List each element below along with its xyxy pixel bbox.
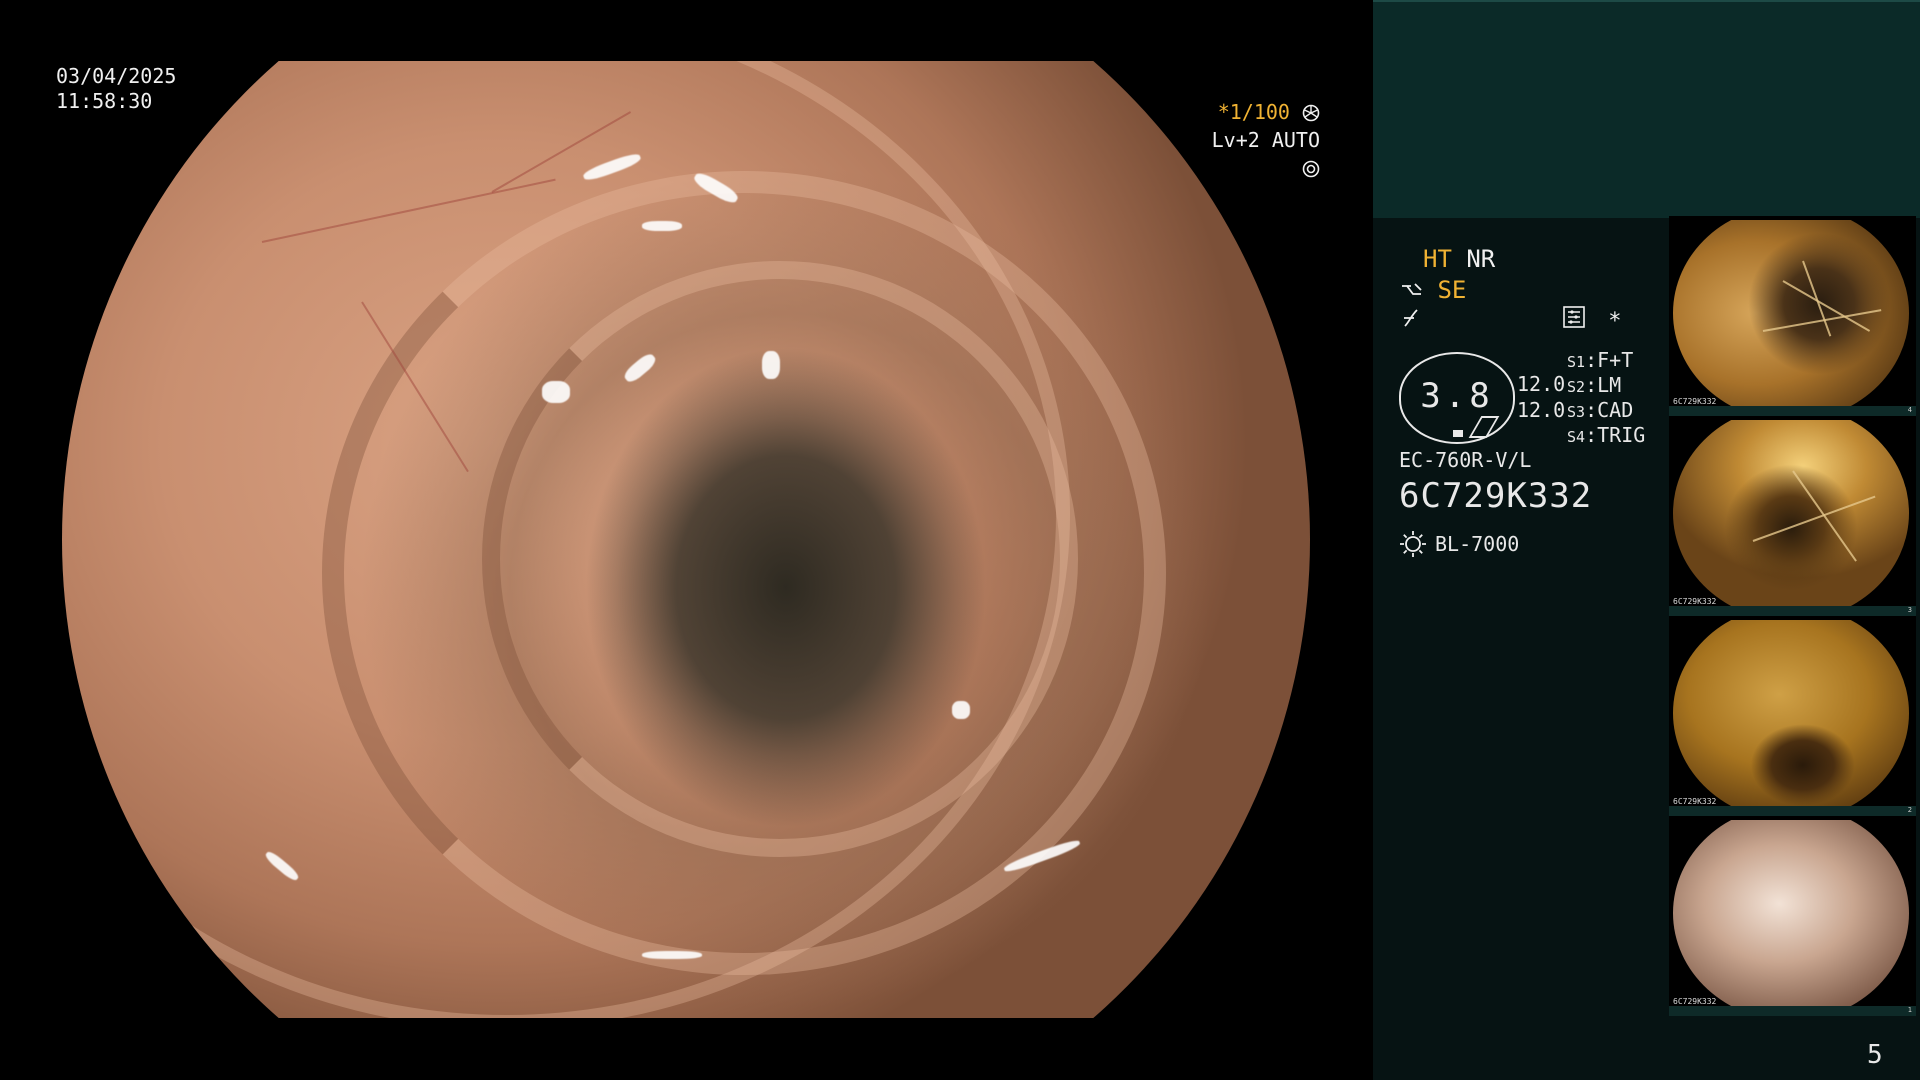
light-source-text: BL-7000 [1435, 532, 1520, 556]
thumbnail-bar: 4 [1669, 406, 1916, 416]
switch-value: LM [1597, 373, 1622, 397]
capture-thumbnail[interactable]: 6C729K332 [1669, 216, 1916, 408]
scope-serial: 6C729K332 [1399, 476, 1593, 516]
zoom-slash-mark [1468, 416, 1500, 438]
endoscope-video-area: 03/04/2025 11:58:30 *1/100 Lv+2 AUTO [0, 0, 1373, 1080]
info-side-panel: HT NR SE * 3.8 12.0 12.0 S1:F+T S2:LM S3… [1373, 0, 1920, 1080]
thumbnail-image [1673, 820, 1909, 1006]
mode-ht: HT [1423, 245, 1452, 273]
lamp-icon [1400, 531, 1426, 557]
datetime-display: 03/04/2025 11:58:30 [56, 64, 176, 114]
thumbnail-image [1673, 620, 1909, 806]
switch-s4: S4:TRIG [1567, 423, 1646, 447]
image-mode-line: HT NR [1423, 245, 1495, 273]
switch-value: CAD [1597, 398, 1634, 422]
panel-icon-row: * [1563, 306, 1632, 334]
thumbnail-image [1673, 220, 1909, 406]
value-1: 12.0 [1517, 372, 1566, 396]
switch-value: TRIG [1597, 423, 1646, 447]
mode-se: SE [1437, 276, 1467, 304]
iris-level: Lv+2 AUTO [1211, 128, 1320, 152]
capture-thumbnail[interactable]: 6C729K332 [1669, 816, 1916, 1008]
switch-value: F+T [1597, 348, 1634, 372]
iris-icon [1302, 160, 1320, 178]
asterisk-text: * [1608, 309, 1622, 334]
zoom-mark [1453, 430, 1463, 437]
thumbnail-serial: 6C729K332 [1673, 397, 1717, 406]
endoscope-live-image [62, 61, 1310, 1018]
switch-s2: S2:LM [1567, 373, 1622, 397]
thumbnail-serial: 6C729K332 [1673, 997, 1717, 1006]
switch-s3: S3:CAD [1567, 398, 1634, 422]
switch-key: S3 [1567, 403, 1586, 421]
panel-header-area [1373, 0, 1920, 218]
switch-key: S1 [1567, 353, 1586, 371]
thumbnail-serial: 6C729K332 [1673, 597, 1717, 606]
capture-thumbnail[interactable]: 6C729K332 [1669, 616, 1916, 808]
time-text: 11:58:30 [56, 89, 153, 113]
mode-nr: NR [1466, 245, 1496, 273]
shutter-speed: *1/100 [1217, 100, 1290, 124]
capture-thumbnail[interactable]: 6C729K332 [1669, 416, 1916, 608]
aperture-icon [1302, 104, 1320, 122]
light-source: BL-7000 [1399, 530, 1519, 558]
edge-enhance-icon [1402, 283, 1422, 295]
date-text: 03/04/2025 [56, 64, 177, 88]
f-hook-line [1401, 306, 1421, 334]
thumbnail-serial: 6C729K332 [1673, 797, 1717, 806]
thumbnail-index: 3 [1907, 606, 1912, 614]
page-number: 5 [1867, 1040, 1883, 1070]
thumbnail-index: 2 [1907, 806, 1912, 814]
structure-enhance-line: SE [1401, 276, 1466, 304]
value-2: 12.0 [1517, 398, 1566, 422]
thumbnail-bar: 3 [1669, 606, 1916, 616]
thumbnail-index: 1 [1907, 1006, 1912, 1014]
switch-s1: S1:F+T [1567, 348, 1634, 372]
switch-key: S2 [1567, 378, 1586, 396]
settings-panel-icon [1563, 306, 1585, 334]
zoom-indicator: 3.8 [1399, 352, 1515, 444]
f-hook-icon [1404, 309, 1418, 327]
thumbnail-index: 4 [1907, 406, 1912, 414]
scope-model: EC-760R-V/L [1399, 448, 1532, 472]
switch-key: S4 [1567, 428, 1586, 446]
thumbnail-bar: 2 [1669, 806, 1916, 816]
exposure-info: *1/100 Lv+2 AUTO [1190, 98, 1320, 182]
zoom-value: 3.8 [1420, 376, 1494, 416]
thumbnail-image [1673, 420, 1909, 606]
thumbnail-bar: 1 [1669, 1006, 1916, 1016]
